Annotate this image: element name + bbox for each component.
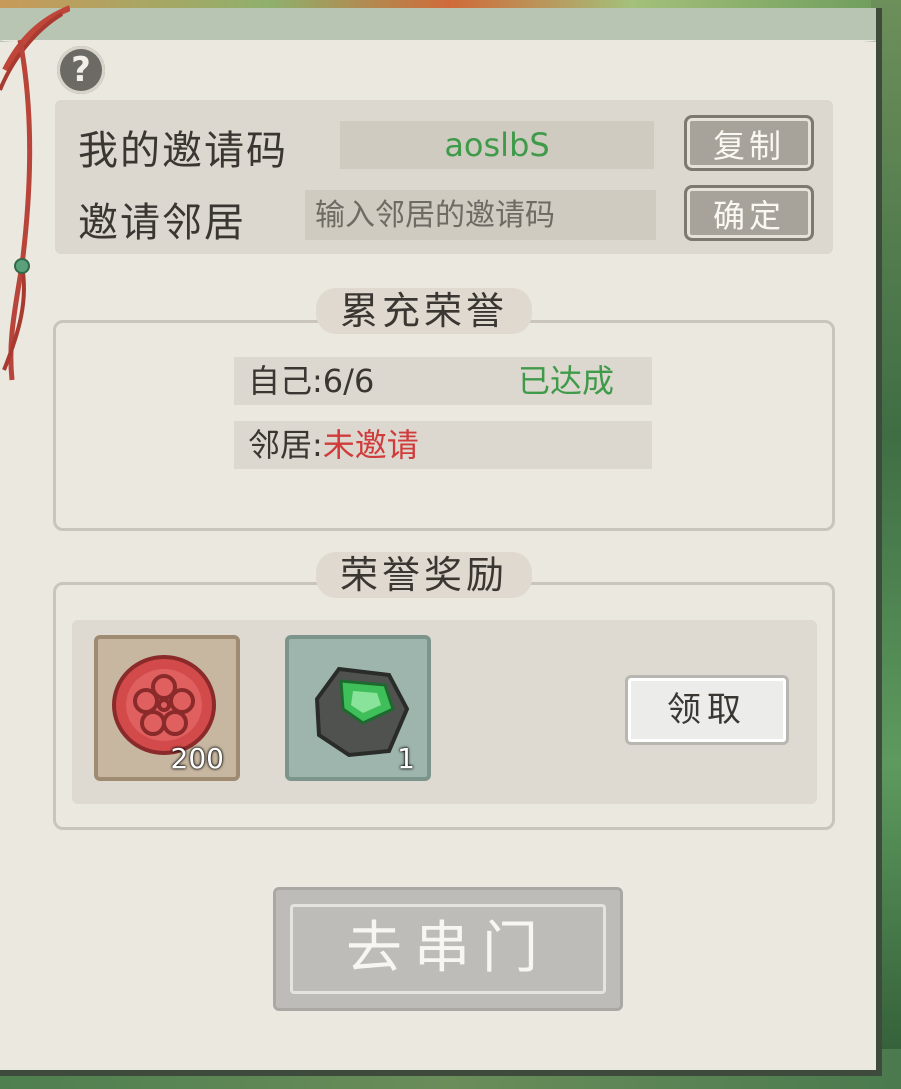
- my-invite-code-value: aoslbS: [340, 121, 654, 169]
- self-status-text: 已达成: [518, 362, 615, 400]
- reward-section-title: 荣誉奖励: [316, 552, 533, 598]
- reward-item-slot[interactable]: 200: [94, 635, 240, 781]
- self-progress-value: 6/6: [322, 362, 375, 400]
- neighbor-code-input[interactable]: [305, 190, 656, 240]
- neighbor-status-text: 未邀请: [322, 426, 419, 464]
- item-count: 200: [170, 742, 224, 775]
- divider: [306, 320, 308, 323]
- invite-neighbor-label: 邀请邻居: [78, 200, 246, 246]
- visit-neighbor-button[interactable]: 去串门: [273, 887, 623, 1011]
- honor-section-title: 累充荣誉: [316, 288, 533, 334]
- help-button[interactable]: ?: [57, 46, 105, 94]
- claim-button[interactable]: 领取: [625, 675, 789, 745]
- reward-item-slot[interactable]: 1: [285, 635, 431, 781]
- self-status-row: 自己:6/6 已达成: [234, 357, 652, 405]
- confirm-button[interactable]: 确定: [684, 185, 814, 241]
- neighbor-status-row: 邻居:未邀请: [234, 421, 652, 469]
- self-label: 自己:6/6: [248, 362, 375, 400]
- visit-neighbor-label: 去串门: [346, 916, 550, 981]
- item-count: 1: [397, 742, 415, 775]
- copy-button[interactable]: 复制: [684, 115, 814, 171]
- panel-top-band: [0, 8, 876, 48]
- neighbor-label: 邻居:未邀请: [248, 426, 419, 464]
- my-invite-code-label: 我的邀请码: [78, 128, 288, 174]
